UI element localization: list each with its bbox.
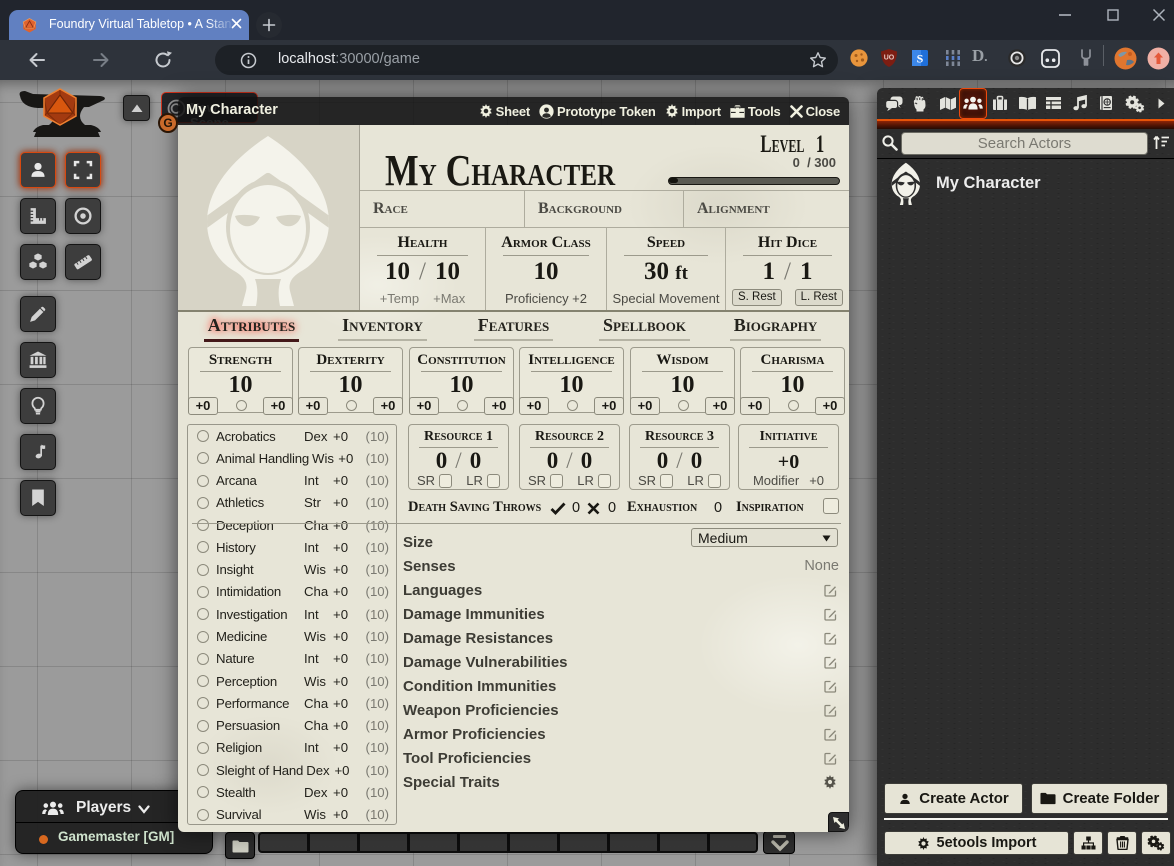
- svg-text:S: S: [917, 52, 924, 66]
- svg-text:UO: UO: [884, 55, 895, 62]
